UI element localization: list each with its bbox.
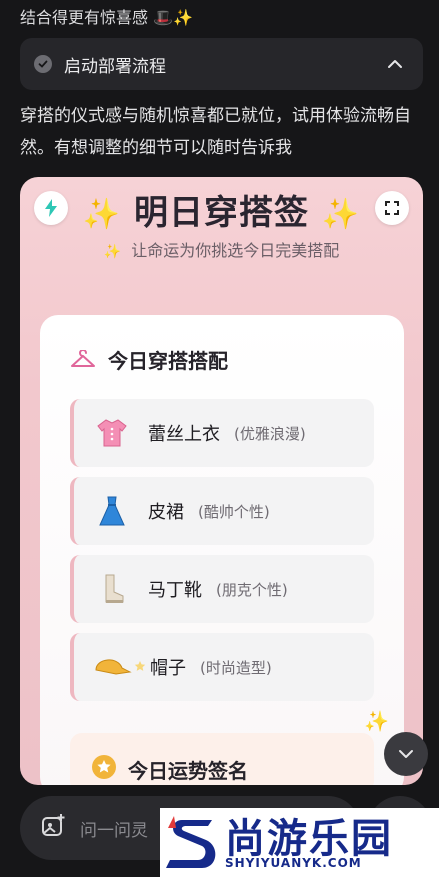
item-desc: (朋克个性) [216,580,288,599]
item-desc: (优雅浪漫) [234,424,306,443]
hanger-icon [70,349,96,370]
assistant-message: 穿搭的仪式感与随机惊喜都已就位，试用体验流畅自然。有想调整的细节可以随时告诉我 [20,106,411,158]
app-logo-icon[interactable] [34,191,68,225]
star-icon [92,755,116,779]
item-name: 帽子 [150,658,186,679]
dress-icon [92,491,132,531]
card-subtitle-row: ✨ 让命运为你挑选今日完美搭配 [20,237,423,261]
card-subtitle: 让命运为你挑选今日完美搭配 [131,241,340,260]
chevron-down-icon [399,750,413,758]
cap-icon [92,647,148,687]
sparkles-icon: ✨ [82,197,122,232]
outfit-panel: 今日穿搭搭配 蕾丝上衣 (优雅浪漫) 皮裙 (酷帅个性) 马丁靴 (朋克个性) [40,315,404,785]
chat-input-placeholder: 问一问灵 [80,820,148,841]
watermark-url: SHYIYUANYK.COM [225,856,362,870]
chevron-up-icon[interactable] [385,54,405,74]
item-desc: (酷帅个性) [198,502,270,521]
card-title: 明日穿搭签 [134,193,309,233]
outfit-preview-card: ✨ 明日穿搭签 ✨ ✨ 让命运为你挑选今日完美搭配 今日穿搭搭配 蕾丝上衣 (优雅… [20,177,423,785]
outfit-item[interactable]: 马丁靴 (朋克个性) [70,555,374,623]
outfit-item[interactable]: 皮裙 (酷帅个性) [70,477,374,545]
workflow-step-label: 启动部署流程 [64,56,166,77]
fortune-section: 今日运势签名 [70,733,374,785]
outfit-item[interactable]: 帽子 (时尚造型) [70,633,374,701]
sparkles-icon: ✨ [364,709,389,733]
item-name: 蕾丝上衣 [148,424,220,445]
scroll-down-button[interactable] [384,732,428,776]
item-name: 马丁靴 [148,580,202,601]
item-desc: (时尚造型) [200,658,272,677]
sparkle-small-icon: ✨ [103,244,122,260]
section-header: 今日穿搭搭配 [70,345,228,374]
card-title-row: ✨ 明日穿搭签 ✨ [20,185,423,234]
item-name: 皮裙 [148,502,184,523]
previous-message-tail: 结合得更有惊喜感 🎩✨ [20,8,193,27]
blouse-icon [92,413,132,453]
workflow-step-header[interactable]: 启动部署流程 [20,38,423,90]
outfit-item[interactable]: 蕾丝上衣 (优雅浪漫) [70,399,374,467]
sparkles-icon: ✨ [321,197,361,232]
watermark-logo-icon [162,812,222,876]
check-icon [34,55,52,73]
section-title: 今日穿搭搭配 [108,349,228,373]
fortune-title: 今日运势签名 [128,759,248,783]
expand-icon[interactable] [375,191,409,225]
boot-icon [92,569,132,609]
image-add-icon[interactable] [40,813,66,843]
